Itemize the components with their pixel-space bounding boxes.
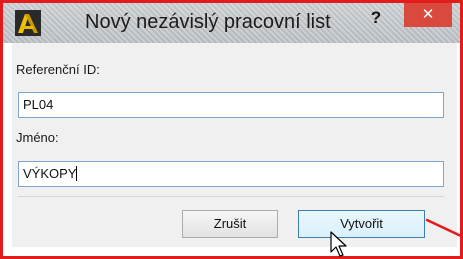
reference-id-field[interactable]: PL04: [18, 92, 444, 118]
title-bar[interactable]: Nový nezávislý pracovní list ? ✕: [3, 3, 460, 43]
reference-id-value: PL04: [23, 97, 54, 112]
app-logo-icon: [15, 10, 41, 36]
create-button[interactable]: Vytvořit: [298, 210, 425, 238]
cancel-button[interactable]: Zrušit: [182, 210, 278, 238]
annotation-arrow-icon: [425, 218, 463, 238]
close-button[interactable]: ✕: [404, 3, 452, 27]
reference-id-label: Referenční ID:: [16, 62, 100, 77]
name-field[interactable]: VÝKOPY: [18, 161, 444, 187]
text-caret: [76, 166, 78, 181]
dialog-title: Nový nezávislý pracovní list: [85, 11, 331, 33]
name-value: VÝKOPY: [23, 166, 77, 181]
name-label: Jméno:: [16, 130, 59, 145]
button-separator: [18, 196, 444, 197]
mouse-pointer-icon: [330, 231, 347, 257]
help-button[interactable]: ?: [363, 5, 389, 31]
